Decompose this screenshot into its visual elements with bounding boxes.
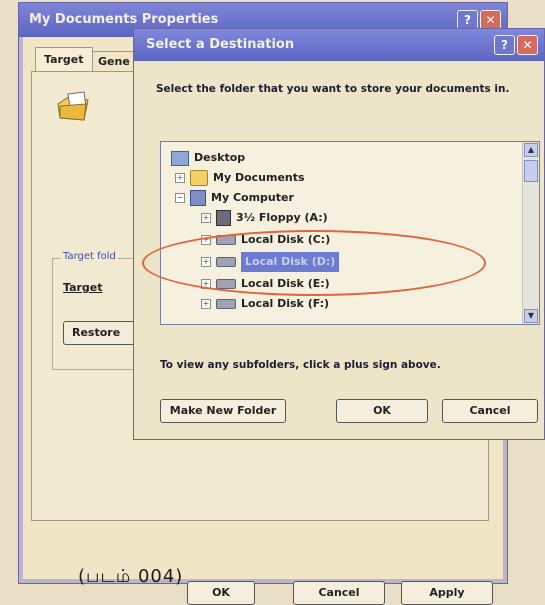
scroll-up-icon[interactable]: ▲	[524, 143, 538, 157]
dialog-ok-button[interactable]: OK	[336, 399, 428, 423]
scrollbar-thumb[interactable]	[524, 160, 538, 182]
tree-item-local-disk-d[interactable]: + Local Disk (D:)	[201, 252, 340, 272]
apply-button[interactable]: Apply	[401, 581, 493, 605]
tab-general[interactable]: Gene	[89, 51, 139, 71]
floppy-drive-icon	[216, 210, 231, 226]
dialog-cancel-button[interactable]: Cancel	[442, 399, 538, 423]
dialog-title-buttons: ? ✕	[494, 35, 538, 55]
dialog-help-icon[interactable]: ?	[494, 35, 515, 55]
tree-scrollbar[interactable]: ▲ ▼	[522, 142, 539, 324]
expand-icon[interactable]: +	[201, 235, 211, 245]
expand-icon[interactable]: +	[201, 213, 211, 223]
dialog-title-bar: Select a Destination ? ✕	[134, 29, 544, 61]
documents-folder-icon	[57, 91, 89, 121]
my-documents-icon	[190, 170, 208, 186]
expand-icon[interactable]: +	[201, 257, 211, 267]
target-folder-group-label: Target fold	[61, 251, 118, 262]
desktop-icon	[171, 150, 189, 166]
disk-drive-icon	[216, 235, 236, 245]
disk-drive-icon	[216, 299, 236, 309]
tab-target[interactable]: Target	[35, 47, 93, 71]
scroll-down-icon[interactable]: ▼	[524, 309, 538, 323]
expand-icon[interactable]: +	[201, 279, 211, 289]
tree-item-local-disk-e[interactable]: + Local Disk (E:)	[201, 274, 330, 294]
dialog-hint: To view any subfolders, click a plus sig…	[160, 359, 441, 371]
dialog-title: Select a Destination	[146, 37, 295, 52]
make-new-folder-button[interactable]: Make New Folder	[160, 399, 286, 423]
select-destination-dialog: Select a Destination ? ✕ Select the fold…	[133, 28, 545, 440]
tree-item-label: Local Disk (E:)	[241, 277, 330, 290]
disk-drive-icon	[216, 257, 236, 267]
tree-item-label: Local Disk (F:)	[241, 297, 330, 310]
tree-item-desktop[interactable]: Desktop	[171, 148, 245, 168]
folder-tree[interactable]: Desktop + My Documents − My Computer + 3…	[160, 141, 540, 325]
properties-title-buttons: ? ✕	[457, 10, 501, 30]
tree-item-label: My Documents	[213, 171, 305, 184]
tree-item-label: My Computer	[211, 191, 294, 204]
help-icon[interactable]: ?	[457, 10, 478, 30]
expand-icon[interactable]: +	[201, 299, 211, 309]
tree-item-local-disk-c[interactable]: + Local Disk (C:)	[201, 230, 330, 250]
tree-item-label: Desktop	[194, 151, 246, 164]
target-label: Target	[63, 281, 103, 294]
tree-item-label: Local Disk (C:)	[241, 233, 331, 246]
tree-item-floppy[interactable]: + 3½ Floppy (A:)	[201, 208, 328, 228]
disk-drive-icon	[216, 279, 236, 289]
tree-item-label-selected: Local Disk (D:)	[241, 252, 340, 272]
tree-item-label: 3½ Floppy (A:)	[236, 211, 328, 224]
close-icon[interactable]: ✕	[480, 10, 501, 30]
tree-item-my-computer[interactable]: − My Computer	[175, 188, 294, 208]
collapse-icon[interactable]: −	[175, 193, 185, 203]
expand-icon[interactable]: +	[175, 173, 185, 183]
dialog-close-icon[interactable]: ✕	[517, 35, 538, 55]
ok-button[interactable]: OK	[187, 581, 255, 605]
properties-title: My Documents Properties	[29, 12, 219, 27]
my-computer-icon	[190, 190, 206, 206]
tree-item-my-documents[interactable]: + My Documents	[175, 168, 305, 188]
cancel-button[interactable]: Cancel	[293, 581, 385, 605]
tree-item-local-disk-f[interactable]: + Local Disk (F:)	[201, 294, 329, 314]
dialog-prompt: Select the folder that you want to store…	[156, 83, 510, 95]
